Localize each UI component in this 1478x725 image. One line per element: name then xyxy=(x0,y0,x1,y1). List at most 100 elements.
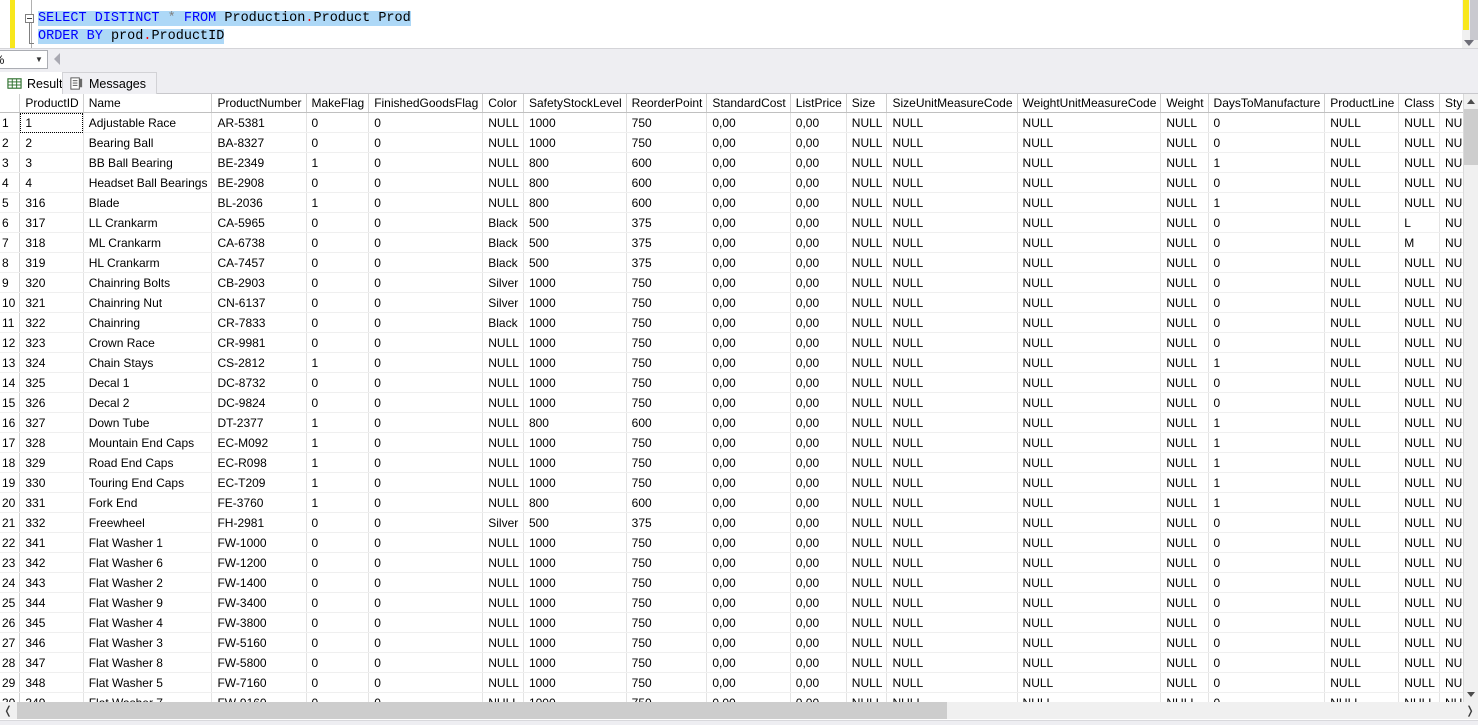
cell-name[interactable]: Flat Washer 7 xyxy=(83,692,213,702)
cell-reorderpoint[interactable]: 600 xyxy=(626,152,708,173)
cell-safetystocklevel[interactable]: 1000 xyxy=(523,132,627,153)
cell-sizeunitmeasurecode[interactable]: NULL xyxy=(886,472,1018,493)
cell-standardcost[interactable]: 0,00 xyxy=(706,272,791,293)
cell-makeflag[interactable]: 1 xyxy=(306,472,370,493)
cell-standardcost[interactable]: 0,00 xyxy=(706,352,791,373)
cell-style[interactable]: NULL xyxy=(1439,112,1463,133)
cell-class[interactable]: NULL xyxy=(1398,172,1440,193)
cell-sizeunitmeasurecode[interactable]: NULL xyxy=(886,312,1018,333)
splitter-collapse-icon[interactable] xyxy=(54,53,60,65)
cell-makeflag[interactable]: 1 xyxy=(306,412,370,433)
cell-finishedgoodsflag[interactable]: 0 xyxy=(368,692,484,702)
cell-reorderpoint[interactable]: 750 xyxy=(626,132,708,153)
cell-daystomanufacture[interactable]: 0 xyxy=(1208,512,1326,533)
cell-listprice[interactable]: 0,00 xyxy=(790,272,847,293)
column-header-productnumber[interactable]: ProductNumber xyxy=(211,94,307,113)
cell-productnumber[interactable]: DT-2377 xyxy=(211,412,307,433)
cell-color[interactable]: Silver xyxy=(482,512,524,533)
cell-name[interactable]: Chainring Bolts xyxy=(83,272,213,293)
cell-weightunitmeasurecode[interactable]: NULL xyxy=(1017,372,1162,393)
cell-daystomanufacture[interactable]: 1 xyxy=(1208,352,1326,373)
cell-name[interactable]: Fork End xyxy=(83,492,213,513)
cell-productnumber[interactable]: EC-M092 xyxy=(211,432,307,453)
cell-productid[interactable]: 332 xyxy=(19,512,84,533)
cell-style[interactable]: NULL xyxy=(1439,292,1463,313)
cell-reorderpoint[interactable]: 750 xyxy=(626,392,708,413)
cell-listprice[interactable]: 0,00 xyxy=(790,392,847,413)
cell-productid[interactable]: 342 xyxy=(19,552,84,573)
cell-makeflag[interactable]: 0 xyxy=(306,252,370,273)
cell-size[interactable]: NULL xyxy=(846,232,888,253)
cell-weightunitmeasurecode[interactable]: NULL xyxy=(1017,632,1162,653)
table-row[interactable]: 11 322 Chainring CR-7833 0 0 Black 1000 750 0,00 0… xyxy=(0,312,1463,333)
zoom-level-combobox[interactable]: 00 % ▼ xyxy=(0,50,48,69)
cell-weightunitmeasurecode[interactable]: NULL xyxy=(1017,172,1162,193)
cell-weight[interactable]: NULL xyxy=(1160,352,1209,373)
cell-listprice[interactable]: 0,00 xyxy=(790,632,847,653)
cell-weight[interactable]: NULL xyxy=(1160,612,1209,633)
cell-weight[interactable]: NULL xyxy=(1160,592,1209,613)
cell-class[interactable]: NULL xyxy=(1398,412,1440,433)
column-header-class[interactable]: Class xyxy=(1398,94,1440,113)
cell-listprice[interactable]: 0,00 xyxy=(790,412,847,433)
cell-productid[interactable]: 341 xyxy=(19,532,84,553)
cell-productnumber[interactable]: CS-2812 xyxy=(211,352,307,373)
row-number[interactable]: 16 xyxy=(0,412,21,433)
cell-standardcost[interactable]: 0,00 xyxy=(706,112,791,133)
cell-listprice[interactable]: 0,00 xyxy=(790,652,847,673)
scroll-up-button[interactable] xyxy=(1464,94,1478,109)
vertical-scroll-thumb[interactable] xyxy=(1464,109,1478,165)
cell-productline[interactable]: NULL xyxy=(1324,172,1400,193)
cell-makeflag[interactable]: 1 xyxy=(306,492,370,513)
cell-style[interactable]: NULL xyxy=(1439,472,1463,493)
cell-style[interactable]: NULL xyxy=(1439,212,1463,233)
cell-daystomanufacture[interactable]: 0 xyxy=(1208,112,1326,133)
cell-color[interactable]: NULL xyxy=(482,132,524,153)
cell-style[interactable]: NULL xyxy=(1439,252,1463,273)
table-row[interactable]: 18 329 Road End Caps EC-R098 1 0 NULL 1000 750 0,… xyxy=(0,452,1463,473)
cell-makeflag[interactable]: 0 xyxy=(306,272,370,293)
cell-color[interactable]: Silver xyxy=(482,292,524,313)
cell-productid[interactable]: 4 xyxy=(19,172,84,193)
cell-color[interactable]: NULL xyxy=(482,152,524,173)
cell-makeflag[interactable]: 0 xyxy=(306,332,370,353)
cell-productline[interactable]: NULL xyxy=(1324,452,1400,473)
cell-daystomanufacture[interactable]: 0 xyxy=(1208,372,1326,393)
column-header-color[interactable]: Color xyxy=(482,94,524,113)
cell-size[interactable]: NULL xyxy=(846,572,888,593)
cell-safetystocklevel[interactable]: 1000 xyxy=(523,612,627,633)
row-number[interactable]: 22 xyxy=(0,532,21,553)
cell-size[interactable]: NULL xyxy=(846,392,888,413)
cell-makeflag[interactable]: 0 xyxy=(306,692,370,702)
row-number[interactable]: 5 xyxy=(0,192,21,213)
row-number[interactable]: 12 xyxy=(0,332,21,353)
cell-class[interactable]: NULL xyxy=(1398,132,1440,153)
table-row[interactable]: 26 345 Flat Washer 4 FW-3800 0 0 NULL 1000 750 0,… xyxy=(0,612,1463,633)
cell-standardcost[interactable]: 0,00 xyxy=(706,532,791,553)
cell-standardcost[interactable]: 0,00 xyxy=(706,472,791,493)
cell-name[interactable]: Down Tube xyxy=(83,412,213,433)
cell-size[interactable]: NULL xyxy=(846,272,888,293)
cell-reorderpoint[interactable]: 600 xyxy=(626,172,708,193)
cell-weight[interactable]: NULL xyxy=(1160,492,1209,513)
cell-productnumber[interactable]: EC-R098 xyxy=(211,452,307,473)
sql-code-text[interactable]: SELECT DISTINCT * FROM Production.Produc… xyxy=(38,10,411,46)
cell-weightunitmeasurecode[interactable]: NULL xyxy=(1017,352,1162,373)
cell-weight[interactable]: NULL xyxy=(1160,392,1209,413)
cell-safetystocklevel[interactable]: 1000 xyxy=(523,112,627,133)
cell-weight[interactable]: NULL xyxy=(1160,432,1209,453)
cell-daystomanufacture[interactable]: 0 xyxy=(1208,292,1326,313)
cell-listprice[interactable]: 0,00 xyxy=(790,312,847,333)
cell-safetystocklevel[interactable]: 500 xyxy=(523,252,627,273)
cell-reorderpoint[interactable]: 750 xyxy=(626,592,708,613)
cell-sizeunitmeasurecode[interactable]: NULL xyxy=(886,552,1018,573)
cell-weightunitmeasurecode[interactable]: NULL xyxy=(1017,332,1162,353)
row-number[interactable]: 2 xyxy=(0,132,21,153)
row-number[interactable]: 14 xyxy=(0,372,21,393)
cell-color[interactable]: NULL xyxy=(482,332,524,353)
cell-weight[interactable]: NULL xyxy=(1160,692,1209,702)
cell-reorderpoint[interactable]: 750 xyxy=(626,372,708,393)
cell-safetystocklevel[interactable]: 1000 xyxy=(523,632,627,653)
cell-listprice[interactable]: 0,00 xyxy=(790,292,847,313)
cell-finishedgoodsflag[interactable]: 0 xyxy=(368,372,484,393)
